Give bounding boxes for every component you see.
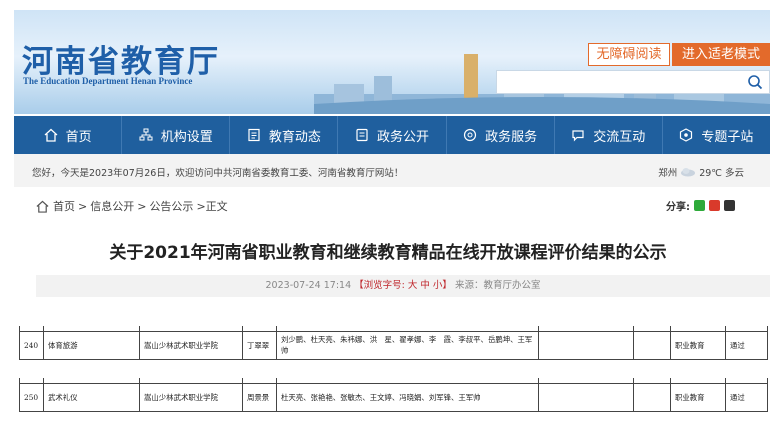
org-icon — [139, 128, 153, 141]
cell-blank — [538, 382, 634, 412]
weather-city: 郑州 — [658, 168, 678, 179]
weibo-icon[interactable] — [709, 200, 720, 211]
cell-course: 武术礼仪 — [43, 382, 140, 412]
course-table-fragment: 250 武术礼仪 嵩山少林武术职业学院 周景景 杜天亮、张艳艳、张敏杰、王文婷、… — [19, 378, 768, 412]
elderly-mode-button[interactable]: 进入适老模式 — [672, 43, 770, 66]
table-row: 250 武术礼仪 嵩山少林武术职业学院 周景景 杜天亮、张艳艳、张敏杰、王文婷、… — [19, 382, 768, 412]
cell-category: 职业教育 — [670, 330, 726, 360]
nav-item-label: 机构设置 — [160, 129, 213, 145]
search-icon[interactable] — [747, 74, 763, 90]
course-table-fragment: 240 体育旅游 嵩山少林武术职业学院 丁翠翠 刘少鹏、杜天亮、朱祎娜、洪 星、… — [19, 326, 768, 360]
breadcrumb-separator: > — [137, 199, 147, 213]
nav-item-label: 首页 — [65, 129, 92, 145]
article-source: 来源：教育厅办公室 — [454, 280, 541, 291]
main-nav: 首页 机构设置 教育动态 政务公开 政务服务 交流互动 专题子站 — [14, 116, 770, 154]
article-meta: 2023-07-24 17:14 【浏览字号: 大 中 小】 来源：教育厅办公室 — [36, 275, 770, 297]
weather-widget: 郑州 29℃ 多云 — [658, 165, 744, 179]
share-bar: 分享: — [666, 198, 735, 213]
cell-category: 职业教育 — [670, 382, 726, 412]
cell-no: 240 — [19, 330, 44, 360]
breadcrumb-info-public[interactable]: 信息公开 — [90, 198, 134, 214]
cloud-icon — [681, 168, 696, 177]
breadcrumb-separator: > — [78, 199, 88, 213]
cell-members: 杜天亮、张艳艳、张敏杰、王文婷、冯晓娟、刘军锋、王军帅 — [276, 382, 539, 412]
cell-course: 体育旅游 — [43, 330, 140, 360]
home-icon — [36, 200, 49, 213]
share-label: 分享: — [666, 202, 690, 213]
page-title: 关于2021年河南省职业教育和继续教育精品在线开放课程评价结果的公示 — [109, 243, 667, 263]
breadcrumb-current: >正文 — [196, 200, 228, 213]
weather-text: 29℃ 多云 — [699, 168, 744, 179]
cell-blank — [633, 330, 671, 360]
breadcrumb: 首页 > 信息公开 > 公告公示 >正文 — [36, 198, 228, 214]
cell-blank — [633, 382, 671, 412]
nav-item-home[interactable]: 首页 — [14, 116, 123, 154]
service-icon — [464, 128, 477, 142]
cell-result: 通过 — [725, 330, 768, 360]
nav-item-news[interactable]: 教育动态 — [230, 116, 339, 154]
cell-no: 250 — [19, 382, 44, 412]
doc-icon — [356, 128, 368, 142]
cell-blank — [538, 330, 634, 360]
breadcrumb-home[interactable]: 首页 — [53, 198, 75, 214]
article-date: 2023-07-24 17:14 — [265, 280, 352, 291]
cell-school: 嵩山少林武术职业学院 — [139, 382, 243, 412]
nav-item-label: 政务公开 — [376, 129, 429, 145]
qq-icon[interactable] — [724, 200, 735, 211]
nav-item-service[interactable]: 政务服务 — [447, 116, 555, 154]
nav-item-interact[interactable]: 交流互动 — [555, 116, 663, 154]
table-row: 240 体育旅游 嵩山少林武术职业学院 丁翠翠 刘少鹏、杜天亮、朱祎娜、洪 星、… — [19, 330, 768, 360]
nav-item-label: 专题子站 — [701, 129, 754, 145]
nav-item-label: 政务服务 — [485, 129, 538, 145]
cell-school: 嵩山少林武术职业学院 — [139, 330, 243, 360]
nav-item-label: 教育动态 — [268, 129, 321, 145]
topic-icon — [680, 128, 693, 142]
nav-item-public[interactable]: 政务公开 — [338, 116, 447, 154]
welcome-bar: 您好，今天是2023年07月26日，欢迎访问中共河南省委教育工委、河南省教育厅网… — [14, 154, 770, 187]
chat-icon — [572, 130, 584, 142]
site-banner: 河南省教育厅 The Education Department Henan Pr… — [14, 10, 770, 114]
nav-item-org[interactable]: 机构设置 — [122, 116, 231, 154]
font-size-switcher[interactable]: 【浏览字号: 大 中 小】 — [354, 280, 452, 291]
cell-leader: 周景景 — [242, 382, 277, 412]
search-box — [496, 70, 770, 94]
search-input[interactable] — [497, 71, 737, 93]
nav-item-label: 交流互动 — [593, 129, 646, 145]
cell-result: 通过 — [725, 382, 768, 412]
site-logo-subtitle: The Education Department Henan Province — [23, 76, 193, 86]
breadcrumb-notice[interactable]: 公告公示 — [149, 198, 193, 214]
accessible-reading-button[interactable]: 无障碍阅读 — [588, 43, 670, 66]
site-logo-title: 河南省教育厅 — [22, 44, 220, 80]
home-icon — [44, 128, 58, 142]
welcome-text: 您好，今天是2023年07月26日，欢迎访问中共河南省委教育工委、河南省教育厅网… — [32, 168, 404, 179]
news-icon — [248, 128, 260, 142]
nav-item-topic[interactable]: 专题子站 — [663, 116, 770, 154]
cell-leader: 丁翠翠 — [242, 330, 277, 360]
wechat-icon[interactable] — [694, 200, 705, 211]
cell-members: 刘少鹏、杜天亮、朱祎娜、洪 星、翟孝娜、李 霞、李叔平、岳鹏坤、王军帅 — [276, 330, 539, 360]
